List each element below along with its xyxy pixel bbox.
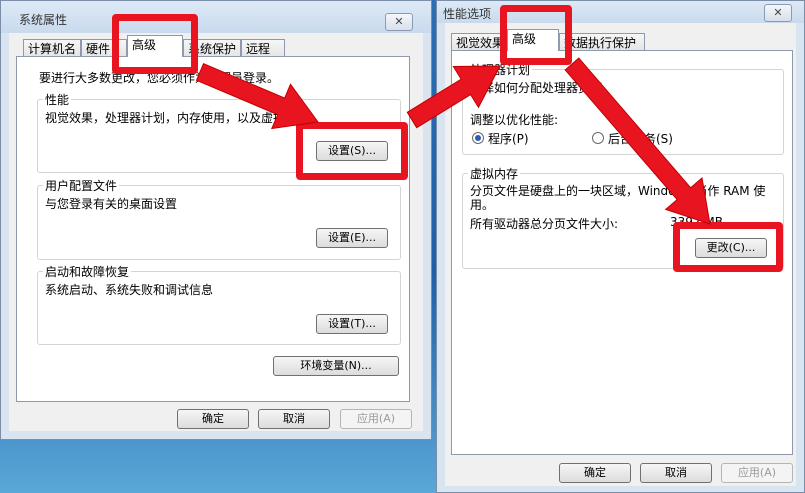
window-title: 系统属性 — [19, 13, 68, 27]
change-virtual-memory-button[interactable]: 更改(C)... — [695, 238, 767, 258]
tab-advanced[interactable]: 高级 — [507, 29, 559, 51]
system-properties-window: 系统属性 ✕ 计算机名 硬件 高级 系统保护 远程 要进行大多数更改，您必须作为… — [0, 0, 432, 440]
background-services-radio[interactable] — [592, 132, 604, 144]
user-profile-title: 用户配置文件 — [43, 177, 120, 194]
virtual-memory-desc: 分页文件是硬盘上的一块区域，Windows 当作 RAM 使 — [470, 184, 766, 198]
profile-settings-button[interactable]: 设置(E)... — [316, 228, 388, 248]
tab-remote[interactable]: 远程 — [241, 39, 285, 57]
processor-scheduling-desc: 选择如何分配处理器资源。 — [470, 81, 615, 95]
programs-radio[interactable] — [472, 132, 484, 144]
tab-computer-name[interactable]: 计算机名 — [23, 39, 81, 57]
tab-advanced[interactable]: 高级 — [127, 35, 183, 57]
title-bar: 系统属性 ✕ — [1, 1, 431, 33]
highlight-performance-settings: 设置(S)... — [296, 122, 408, 180]
cancel-button[interactable]: 取消 — [640, 463, 712, 483]
performance-desc: 视觉效果，处理器计划，内存使用，以及虚拟内存 — [45, 111, 310, 125]
user-profile-desc: 与您登录有关的桌面设置 — [45, 197, 178, 211]
highlight-change-button: 更改(C)... — [673, 222, 783, 272]
cancel-button[interactable]: 取消 — [258, 409, 330, 429]
startup-recovery-title: 启动和故障恢复 — [43, 263, 132, 280]
startup-settings-button[interactable]: 设置(T)... — [316, 314, 388, 334]
performance-settings-button[interactable]: 设置(S)... — [316, 141, 388, 161]
ok-button[interactable]: 确定 — [177, 409, 249, 429]
dialog-client: 计算机名 硬件 高级 系统保护 远程 要进行大多数更改，您必须作为管理员登录。 … — [9, 33, 423, 431]
window-title: 性能选项 — [443, 7, 492, 21]
performance-title: 性能 — [43, 91, 72, 108]
apply-button[interactable]: 应用(A) — [721, 463, 793, 483]
total-paging-label: 所有驱动器总分页文件大小: — [470, 217, 619, 231]
programs-label: 程序(P) — [488, 132, 529, 146]
virtual-memory-desc-2: 用。 — [470, 198, 495, 212]
background-services-label: 后台服务(S) — [608, 132, 673, 146]
close-button[interactable]: ✕ — [385, 13, 413, 31]
startup-recovery-desc: 系统启动、系统失败和调试信息 — [45, 283, 214, 297]
environment-variables-button[interactable]: 环境变量(N)... — [273, 356, 399, 376]
close-button[interactable]: ✕ — [764, 4, 792, 22]
ok-button[interactable]: 确定 — [559, 463, 631, 483]
advanced-panel: 要进行大多数更改，您必须作为管理员登录。 性能 视觉效果，处理器计划，内存使用，… — [16, 56, 410, 402]
virtual-memory-title: 虚拟内存 — [468, 165, 521, 182]
title-bar: 性能选项 ✕ — [437, 1, 804, 23]
apply-button[interactable]: 应用(A) — [340, 409, 412, 429]
tab-visual-effects[interactable]: 视觉效果 — [451, 33, 507, 51]
adjust-label: 调整以优化性能: — [470, 113, 559, 127]
